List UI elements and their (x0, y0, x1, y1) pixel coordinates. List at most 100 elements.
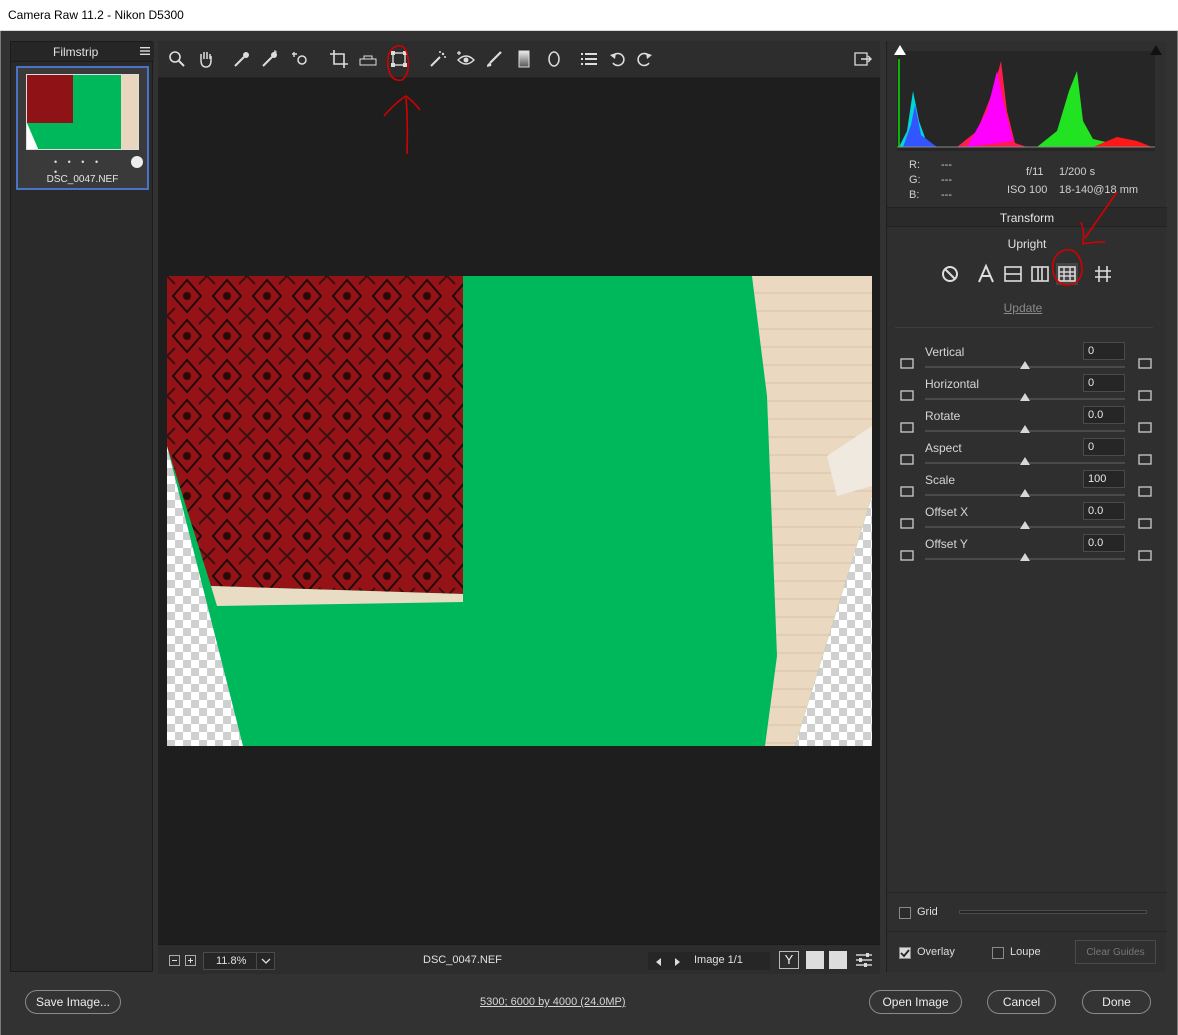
panel-section-title: Transform (887, 207, 1167, 227)
zoom-out-button[interactable] (169, 955, 180, 966)
scale-down-icon[interactable] (899, 483, 915, 499)
slider-value-field[interactable]: 0 (1083, 374, 1125, 392)
slider-rotate: Rotate 0.0 (887, 406, 1167, 441)
grid-label: Grid (917, 906, 938, 918)
straighten-icon[interactable] (358, 49, 378, 69)
aperture: f/11 (1026, 166, 1044, 178)
rotate-right-icon[interactable] (634, 49, 654, 69)
next-image-icon[interactable] (672, 956, 682, 970)
highlight-clipping-icon[interactable] (1149, 43, 1163, 60)
rotate-ccw-icon[interactable] (899, 419, 915, 435)
zoom-icon[interactable] (167, 49, 187, 69)
image-navigator: Image 1/1 (648, 952, 770, 970)
b-label: B: (909, 189, 920, 201)
offset-left-icon[interactable] (899, 515, 915, 531)
open-image-button[interactable]: Open Image (869, 990, 962, 1014)
full-screen-icon[interactable] (852, 49, 872, 69)
aspect-right-icon[interactable] (1137, 451, 1153, 467)
filmstrip-thumbnail[interactable]: • • • • • DSC_0047.NEF (16, 66, 149, 190)
histogram (897, 51, 1155, 151)
rating-dots[interactable]: • • • • • (54, 157, 114, 177)
zoom-value: 11.8% (216, 955, 247, 967)
offset-right-icon[interactable] (1137, 515, 1153, 531)
slider-thumb[interactable] (1020, 393, 1030, 401)
slider-thumb[interactable] (1020, 361, 1030, 369)
chevron-down-icon[interactable] (256, 953, 274, 969)
done-button[interactable]: Done (1082, 990, 1151, 1014)
spot-removal-icon[interactable] (428, 49, 448, 69)
slider-thumb[interactable] (1020, 489, 1030, 497)
title-bar: Camera Raw 11.2 - Nikon D5300 (0, 0, 1178, 31)
aspect-left-icon[interactable] (899, 451, 915, 467)
slider-value-field[interactable]: 0 (1083, 438, 1125, 456)
r-value: --- (941, 159, 952, 171)
update-button[interactable]: Update (887, 301, 1159, 315)
slider-vertical: Vertical 0 (887, 342, 1167, 377)
hand-icon[interactable] (196, 49, 216, 69)
divider (895, 327, 1153, 328)
graduated-filter-icon[interactable] (514, 49, 534, 69)
save-image-button[interactable]: Save Image... (25, 990, 121, 1014)
g-label: G: (909, 174, 921, 186)
vertical-right-icon[interactable] (1137, 355, 1153, 371)
upright-off-icon[interactable] (939, 263, 961, 285)
slider-value-field[interactable]: 0.0 (1083, 502, 1125, 520)
preferences-list-icon[interactable] (579, 49, 599, 69)
targeted-adjustment-icon[interactable] (291, 49, 311, 69)
prev-image-icon[interactable] (654, 956, 664, 970)
image-preview[interactable] (167, 276, 872, 746)
zoom-in-button[interactable] (185, 955, 196, 966)
image-canvas[interactable] (158, 78, 880, 944)
slider-thumb[interactable] (1020, 425, 1030, 433)
iso: ISO 100 (1007, 184, 1048, 196)
slider-thumb[interactable] (1020, 553, 1030, 561)
loupe-checkbox[interactable] (992, 947, 1004, 959)
slider-thumb[interactable] (1020, 457, 1030, 465)
divider (887, 931, 1167, 932)
color-sampler-icon[interactable] (260, 49, 280, 69)
window-title: Camera Raw 11.2 - Nikon D5300 (8, 8, 184, 22)
cancel-button[interactable]: Cancel (987, 990, 1056, 1014)
horizontal-left-icon[interactable] (899, 387, 915, 403)
shutter-speed: 1/200 s (1059, 166, 1096, 178)
workflow-options-link[interactable]: 5300; 6000 by 4000 (24.0MP) (480, 996, 626, 1008)
crop-icon[interactable] (329, 49, 349, 69)
b-value: --- (941, 189, 952, 201)
swap-settings-icon[interactable] (806, 951, 824, 969)
vertical-left-icon[interactable] (899, 355, 915, 371)
slider-value-field[interactable]: 0 (1083, 342, 1125, 360)
horizontal-right-icon[interactable] (1137, 387, 1153, 403)
rotate-left-icon[interactable] (608, 49, 628, 69)
slider-aspect: Aspect 0 (887, 438, 1167, 473)
filmstrip-panel: Filmstrip • • • • • DSC_0047.NEF (10, 41, 154, 972)
settings-toggle-icon[interactable] (855, 951, 873, 972)
menu-icon[interactable] (140, 45, 150, 55)
loupe-label: Loupe (1010, 946, 1041, 958)
white-balance-icon[interactable] (232, 49, 252, 69)
before-after-icon[interactable]: Y (779, 951, 799, 969)
upright-level-icon[interactable] (1002, 263, 1024, 285)
slider-offset-y: Offset Y 0.0 (887, 534, 1167, 569)
slider-label: Rotate (925, 409, 961, 423)
shadow-clipping-icon[interactable] (893, 43, 907, 60)
red-eye-icon[interactable] (456, 49, 476, 69)
offset-down-icon[interactable] (899, 547, 915, 563)
clear-guides-button[interactable]: Clear Guides (1075, 940, 1156, 964)
slider-value-field[interactable]: 0.0 (1083, 406, 1125, 424)
offset-up-icon[interactable] (1137, 547, 1153, 563)
zoom-select[interactable]: 11.8% (203, 952, 275, 970)
overlay-checkbox[interactable] (899, 947, 911, 959)
adjustment-brush-icon[interactable] (484, 49, 504, 69)
copy-settings-icon[interactable] (829, 951, 847, 969)
slider-value-field[interactable]: 100 (1083, 470, 1125, 488)
slider-thumb[interactable] (1020, 521, 1030, 529)
upright-auto-icon[interactable] (975, 263, 997, 285)
slider-value-field[interactable]: 0.0 (1083, 534, 1125, 552)
grid-checkbox[interactable] (899, 907, 911, 919)
rotate-cw-icon[interactable] (1137, 419, 1153, 435)
slider-offset-x: Offset X 0.0 (887, 502, 1167, 537)
radial-filter-icon[interactable] (544, 49, 564, 69)
grid-size-slider[interactable] (959, 910, 1147, 914)
slider-label: Offset X (925, 505, 969, 519)
scale-up-icon[interactable] (1137, 483, 1153, 499)
